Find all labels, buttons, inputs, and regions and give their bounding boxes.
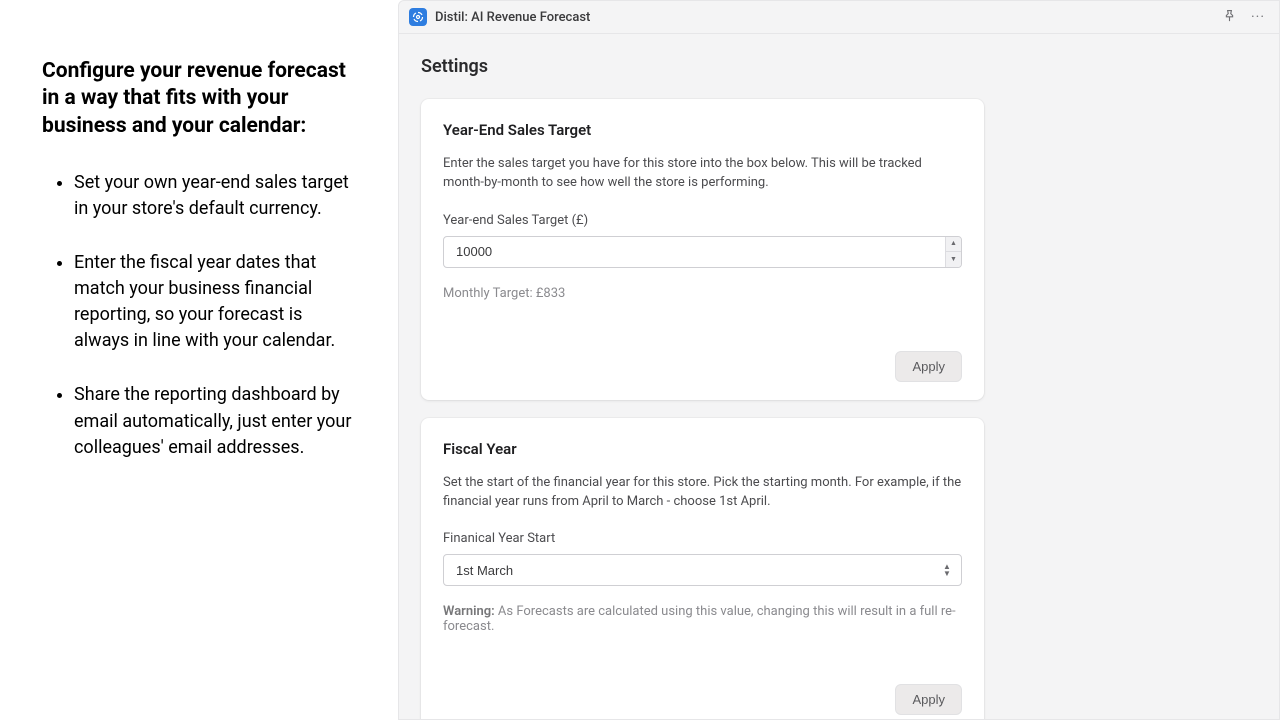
warning-label: Warning: <box>443 604 495 619</box>
app-logo-icon <box>409 8 427 26</box>
header-actions: ··· <box>1222 8 1265 27</box>
list-item: Set your own year-end sales target in yo… <box>74 170 358 222</box>
sidebar-bullet-list: Set your own year-end sales target in yo… <box>42 170 358 461</box>
page-title: Settings <box>421 56 1257 77</box>
fiscal-year-select[interactable]: 1st March <box>443 554 962 586</box>
card-title: Year-End Sales Target <box>443 121 962 139</box>
fiscal-year-card: Fiscal Year Set the start of the financi… <box>421 418 984 719</box>
card-title: Fiscal Year <box>443 440 962 458</box>
stepper-up-icon[interactable]: ▲ <box>946 237 961 253</box>
fiscal-year-select-wrap: 1st March ▲▼ <box>443 554 962 586</box>
number-stepper: ▲ ▼ <box>945 237 961 267</box>
card-description: Enter the sales target you have for this… <box>443 155 962 193</box>
stepper-down-icon[interactable]: ▼ <box>946 252 961 267</box>
more-icon[interactable]: ··· <box>1251 10 1265 24</box>
content-area: Settings Year-End Sales Target Enter the… <box>399 34 1279 719</box>
app-frame: Distil: AI Revenue Forecast ··· Settings… <box>398 0 1280 720</box>
sales-target-label: Year-end Sales Target (£) <box>443 213 962 228</box>
marketing-sidebar: Configure your revenue forecast in a way… <box>0 0 398 720</box>
list-item: Share the reporting dashboard by email a… <box>74 382 358 460</box>
app-header: Distil: AI Revenue Forecast ··· <box>399 1 1279 34</box>
apply-button[interactable]: Apply <box>895 351 962 382</box>
sales-target-card: Year-End Sales Target Enter the sales ta… <box>421 99 984 400</box>
fiscal-year-warning: Warning: As Forecasts are calculated usi… <box>443 604 962 634</box>
card-description: Set the start of the financial year for … <box>443 474 962 512</box>
apply-button[interactable]: Apply <box>895 684 962 715</box>
fiscal-year-label: Finanical Year Start <box>443 531 962 546</box>
sidebar-heading: Configure your revenue forecast in a way… <box>42 58 358 140</box>
monthly-target-helper: Monthly Target: £833 <box>443 286 962 301</box>
warning-text: As Forecasts are calculated using this v… <box>443 604 956 634</box>
app-title: Distil: AI Revenue Forecast <box>435 10 590 25</box>
sales-target-input-wrap: ▲ ▼ <box>443 236 962 268</box>
sales-target-input[interactable] <box>443 236 962 268</box>
list-item: Enter the fiscal year dates that match y… <box>74 250 358 354</box>
pin-icon[interactable] <box>1222 8 1237 27</box>
